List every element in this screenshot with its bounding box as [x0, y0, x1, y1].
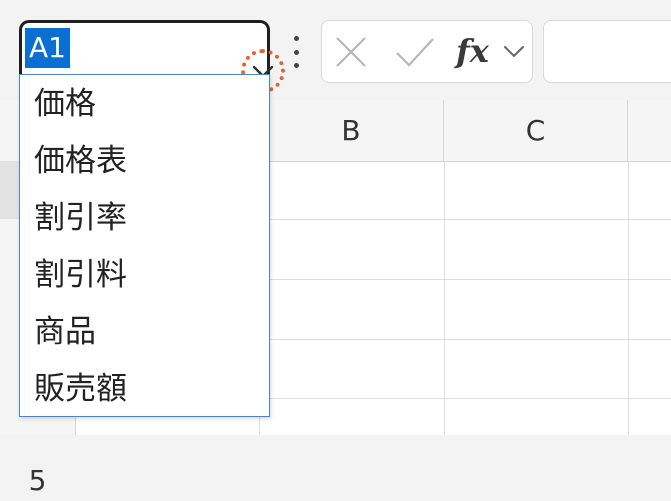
column-header-b[interactable]: B — [259, 100, 444, 161]
grid-line — [628, 161, 629, 435]
column-header-c[interactable]: C — [444, 100, 628, 161]
check-icon[interactable] — [394, 35, 436, 69]
list-item[interactable]: 割引料 — [20, 249, 269, 306]
list-item[interactable]: 販売額 — [20, 363, 269, 420]
list-item[interactable]: 価格表 — [20, 135, 269, 192]
chevron-down-icon[interactable] — [502, 43, 526, 59]
insert-function-button[interactable]: fx — [456, 29, 489, 73]
close-icon[interactable] — [334, 35, 368, 69]
formula-input[interactable] — [543, 20, 671, 83]
list-item[interactable]: 商品 — [20, 306, 269, 363]
list-item[interactable]: 割引率 — [20, 192, 269, 249]
list-item[interactable]: 価格 — [20, 78, 269, 135]
defined-names-list: 価格 価格表 割引率 割引料 商品 販売額 — [19, 74, 270, 417]
grid-line — [444, 161, 445, 435]
formula-buttons: fx — [321, 20, 533, 83]
name-box[interactable]: A1 — [19, 20, 285, 93]
row-header-5[interactable]: 5 — [0, 461, 75, 501]
column-header-d[interactable] — [628, 100, 671, 161]
more-vertical-icon[interactable] — [286, 34, 306, 70]
name-box-value[interactable]: A1 — [25, 28, 70, 68]
